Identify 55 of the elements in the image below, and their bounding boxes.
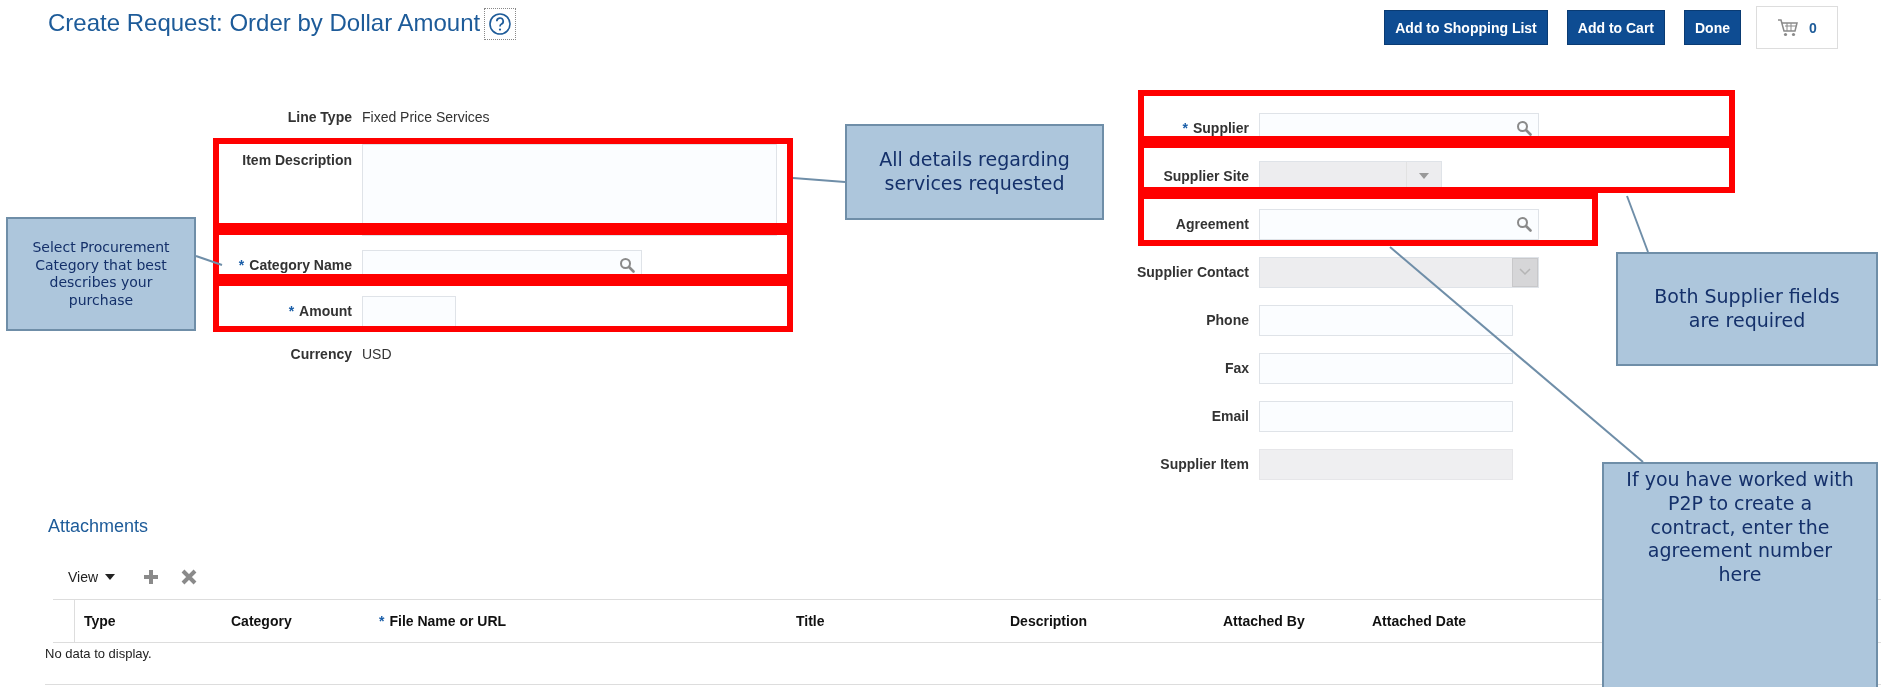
column-header[interactable]: Attached Date xyxy=(1372,613,1467,629)
field-label: * Supplier xyxy=(1182,120,1249,136)
add-button[interactable] xyxy=(142,568,161,586)
search-icon[interactable] xyxy=(1516,216,1532,232)
plus-icon xyxy=(142,568,161,586)
field-label: Supplier Item xyxy=(1160,456,1249,472)
column-header[interactable]: Title xyxy=(796,613,825,629)
input-field[interactable] xyxy=(1259,352,1513,384)
callout-note: Select Procurement Category that best describes your purchase xyxy=(6,217,196,331)
field-label: Item Description xyxy=(242,151,352,168)
field-label: Phone xyxy=(1206,312,1249,328)
column-header[interactable]: Type xyxy=(84,613,116,629)
help-button[interactable] xyxy=(484,8,517,40)
leader-line xyxy=(792,177,846,183)
view-menu[interactable]: View xyxy=(68,569,117,585)
search-field[interactable] xyxy=(1259,208,1539,240)
field-value: USD xyxy=(362,346,393,362)
input-field[interactable] xyxy=(1259,304,1513,336)
chevron-icon xyxy=(1519,268,1531,276)
search-icon[interactable] xyxy=(1516,120,1532,136)
callout-note: Both Supplier fields are required xyxy=(1616,252,1878,366)
field-label: * Category Name xyxy=(238,257,352,273)
help-icon xyxy=(488,12,513,36)
column-header[interactable]: * File Name or URL xyxy=(379,613,507,629)
input-field[interactable] xyxy=(362,295,456,327)
caret-icon xyxy=(104,573,117,581)
empty-message: No data to display. xyxy=(45,646,152,661)
field-label: Agreement xyxy=(1175,216,1249,232)
leader-line xyxy=(195,255,223,266)
input-field[interactable] xyxy=(1259,400,1513,432)
column-header[interactable]: Attached By xyxy=(1223,613,1305,629)
field-label: Fax xyxy=(1224,360,1249,376)
dropdown-field[interactable] xyxy=(1259,256,1539,288)
action-button[interactable]: Add to Shopping List xyxy=(1384,10,1548,45)
delete-button[interactable] xyxy=(180,568,199,586)
action-button[interactable]: Add to Cart xyxy=(1566,10,1665,45)
search-icon[interactable] xyxy=(619,257,635,273)
field-label: Currency xyxy=(290,346,352,362)
callout-note: If you have worked with P2P to create a contract, enter the agreement number here xyxy=(1602,462,1878,687)
field-label: Supplier Contact xyxy=(1137,264,1249,280)
field-label: Line Type xyxy=(287,109,352,125)
field-label: Email xyxy=(1211,408,1249,424)
column-header[interactable]: Category xyxy=(231,613,292,629)
close-icon xyxy=(180,568,199,586)
callout-note: All details regarding services requested xyxy=(845,124,1104,220)
action-button[interactable]: Done xyxy=(1684,10,1741,45)
cart-button[interactable]: 0 xyxy=(1756,6,1838,49)
section-heading: Attachments xyxy=(48,515,149,538)
column-header[interactable]: Description xyxy=(1010,613,1087,629)
field-value: Fixed Price Services xyxy=(362,109,491,125)
field-label: * Amount xyxy=(288,303,352,319)
field-label: Supplier Site xyxy=(1163,168,1249,184)
cart-icon xyxy=(1777,17,1800,38)
page-title: Create Request: Order by Dollar Amount xyxy=(48,8,481,38)
caret-icon xyxy=(1418,172,1430,180)
